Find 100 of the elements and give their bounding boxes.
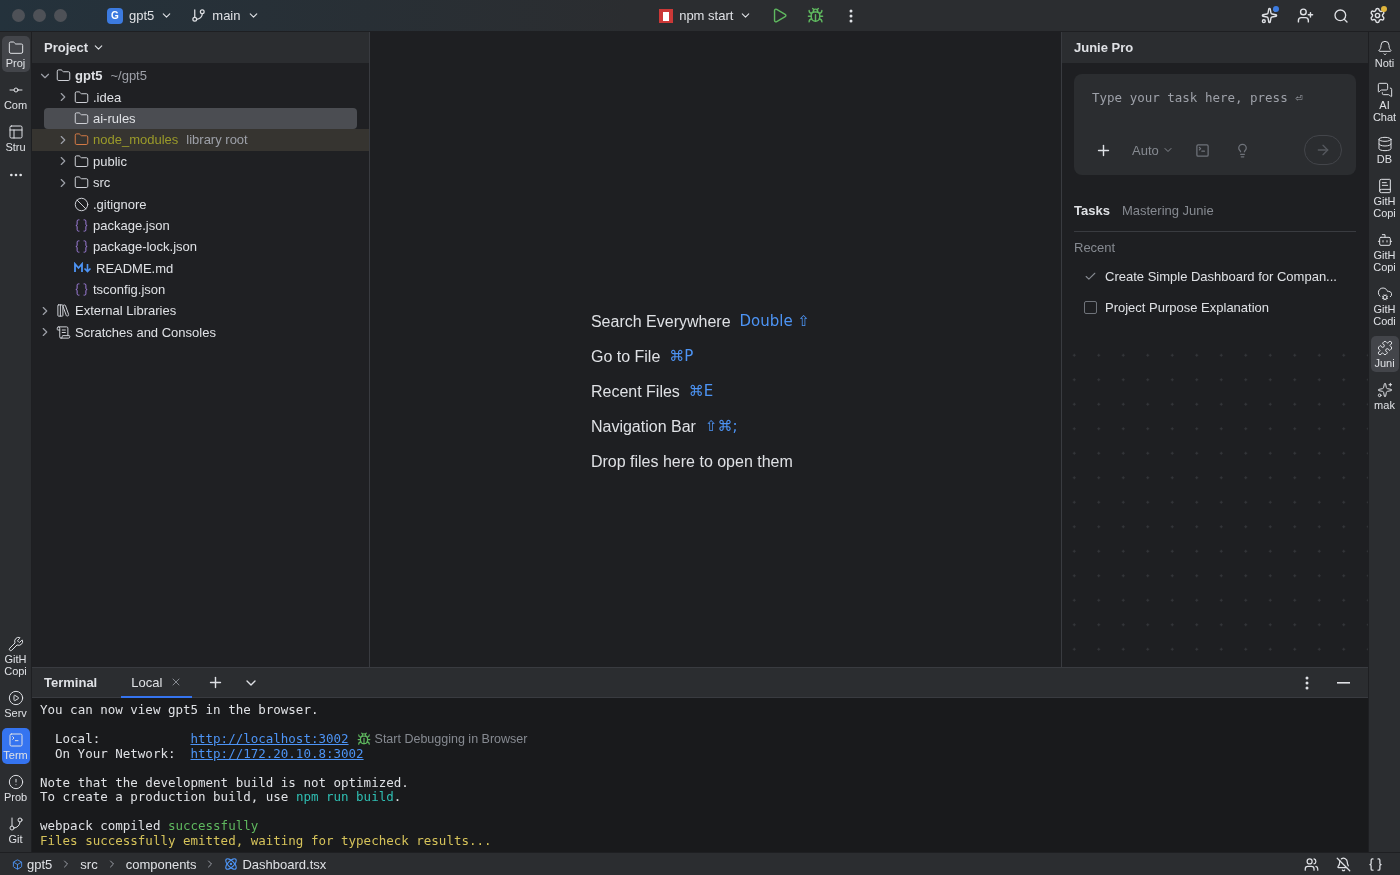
branch-icon <box>191 8 207 23</box>
tool-window-button[interactable]: Serv <box>1 686 30 722</box>
sparkles-icon <box>1260 7 1278 24</box>
braces-icon <box>74 282 89 298</box>
checkbox[interactable] <box>1084 301 1097 314</box>
tab[interactable]: Mastering Junie <box>1121 203 1214 218</box>
braces-icon <box>74 239 89 255</box>
minimize-icon <box>1336 681 1350 684</box>
run-config-selector[interactable]: npm start <box>655 5 757 26</box>
shortcut-text: ⌘E <box>688 381 714 402</box>
tree-item-label: External Libraries <box>75 303 177 319</box>
tree-item[interactable]: .gitignore <box>32 193 369 215</box>
tool-window-button[interactable]: Prob <box>1 770 30 806</box>
terminal-tab[interactable]: Local <box>121 668 193 698</box>
section-label: Recent <box>1074 240 1117 255</box>
bell-icon <box>1376 40 1393 56</box>
alert-icon <box>7 774 24 790</box>
breadcrumb[interactable]: components <box>125 856 197 872</box>
search-icon <box>1333 7 1349 24</box>
cloud-icon <box>1376 286 1393 302</box>
tree-item[interactable]: public <box>32 150 369 172</box>
tree-item-label: src <box>93 175 111 191</box>
shortcut-text: ⇧⌘; <box>704 416 738 437</box>
more-icon <box>849 8 854 23</box>
url-link[interactable]: http://172.20.10.8:3002 <box>190 746 364 761</box>
folder-icon <box>74 89 89 105</box>
tree-item[interactable]: node_modules library root <box>32 129 369 151</box>
tool-window-button[interactable]: GitH Copi <box>1370 174 1399 222</box>
tool-window-button[interactable]: Stru <box>1 120 30 156</box>
tree-item-label: tsconfig.json <box>93 282 166 298</box>
terminal-text: Files successfully emitted, waiting for typecheck results... <box>40 833 492 848</box>
tree-item-label: node_modules <box>93 132 179 148</box>
terminal-text: npm run build <box>295 790 394 805</box>
task-title[interactable]: Project Purpose Explanation <box>1105 300 1270 315</box>
tool-window-button[interactable]: Noti <box>1370 36 1399 72</box>
database-icon <box>1376 136 1393 152</box>
tool-window-button[interactable]: Juni <box>1370 336 1399 372</box>
tree-item[interactable]: External Libraries <box>32 300 369 322</box>
tree-item-label: Scratches and Consoles <box>75 324 216 340</box>
tool-window-button[interactable]: Git <box>1 812 30 848</box>
tree-item-label: .gitignore <box>93 196 147 212</box>
tree-item[interactable]: .idea <box>32 86 369 108</box>
tool-window-button[interactable]: AI Chat <box>1370 78 1399 126</box>
tree-item[interactable]: src <box>32 171 369 194</box>
tree-item[interactable]: tsconfig.json <box>32 278 369 301</box>
tree-item[interactable]: README.md <box>32 257 369 279</box>
url-link[interactable]: http://localhost:3002 <box>190 732 349 747</box>
tree-item[interactable]: ai-rules <box>44 107 357 130</box>
library-icon <box>56 303 71 319</box>
shortcut-text: Double ⇧ <box>739 311 811 332</box>
tree-item[interactable]: package-lock.json <box>32 236 369 258</box>
tree-item-label: ai-rules <box>93 110 136 126</box>
hint-text: Search Everywhere <box>590 312 731 332</box>
tree-item-label: .idea <box>93 89 122 105</box>
tool-window-button[interactable]: Com <box>1 78 30 114</box>
project-selector[interactable]: G gpt5 <box>103 4 178 27</box>
breadcrumb[interactable]: Dashboard.tsx <box>224 856 327 872</box>
npm-icon <box>659 8 674 23</box>
breadcrumb[interactable]: gpt5 <box>12 856 53 872</box>
tool-window-button[interactable]: DB <box>1370 132 1399 168</box>
ignore-icon <box>74 196 89 212</box>
folder-icon <box>56 68 71 84</box>
terminal-text: On Your Network: <box>55 746 177 761</box>
terminal-text: To create a production build, use <box>40 790 290 805</box>
add-user-icon <box>1296 7 1314 24</box>
bug-icon <box>806 7 824 24</box>
tool-window-button[interactable]: mak <box>1370 378 1399 414</box>
tree-item-label: gpt5 <box>75 68 103 84</box>
arrow-right-icon <box>1315 142 1331 158</box>
terminal-text: Local: <box>55 732 102 747</box>
markdown-icon <box>74 262 92 275</box>
breadcrumb[interactable]: src <box>80 856 98 872</box>
book-icon <box>1376 178 1393 194</box>
tool-window-button[interactable]: GitH Copi <box>1 632 30 680</box>
tree-item-hint: ~/gpt5 <box>110 68 147 84</box>
branch-selector[interactable]: main <box>187 5 264 26</box>
tree-item[interactable]: gpt5 ~/gpt5 <box>32 65 369 87</box>
debug-link[interactable]: Start Debugging in Browser <box>374 732 528 747</box>
settings-icon <box>1368 7 1386 24</box>
scratches-icon <box>56 324 71 340</box>
tool-window-button[interactable]: GitH Copi <box>1370 228 1399 276</box>
tab[interactable]: Tasks <box>1074 203 1110 218</box>
task-input-field[interactable]: Type your task here, press ⏎ <box>1090 88 1342 107</box>
bell-off-icon <box>1335 856 1351 872</box>
tree-item[interactable]: package.json <box>32 214 369 237</box>
bot-icon <box>1376 232 1393 248</box>
task-title[interactable]: Create Simple Dashboard for Compan... <box>1105 269 1337 284</box>
tool-window-button[interactable]: GitH Codi <box>1370 282 1399 330</box>
tree-item-label: package-lock.json <box>93 239 198 255</box>
bug-icon <box>356 732 371 747</box>
hint-text: Navigation Bar <box>590 417 696 437</box>
panel-title[interactable]: Project <box>44 40 89 55</box>
hint-text: Drop files here to open them <box>590 452 793 472</box>
tree-item[interactable]: Scratches and Consoles <box>32 321 369 344</box>
tool-window-button[interactable]: Proj <box>1 36 30 72</box>
more-icon <box>1305 675 1309 690</box>
hint-text: Go to File <box>590 347 661 367</box>
puzzle-icon <box>1376 340 1393 356</box>
braces-icon <box>1367 856 1383 872</box>
mode-dropdown[interactable]: Auto <box>1130 140 1176 160</box>
